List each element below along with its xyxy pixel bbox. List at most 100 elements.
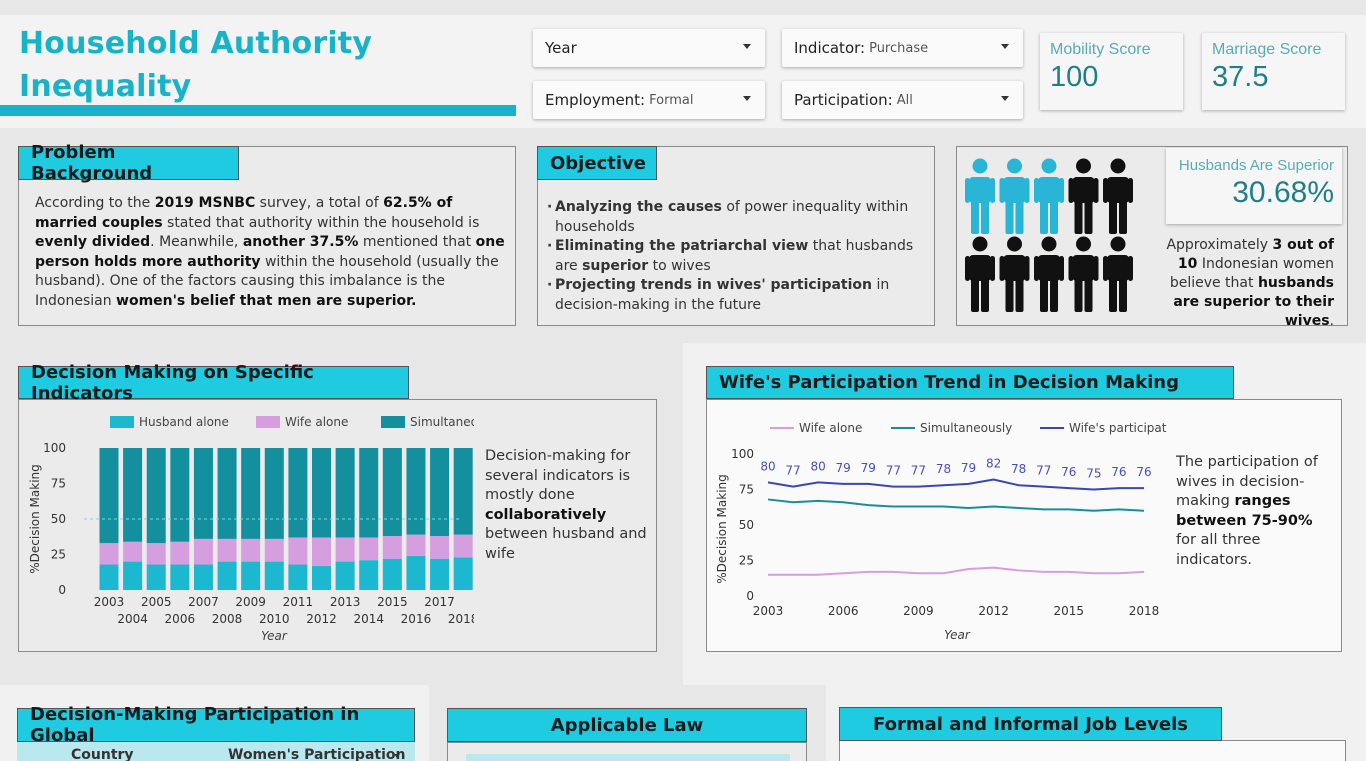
bar-segment <box>359 448 379 538</box>
law-header: Applicable Law <box>447 708 807 742</box>
y-tick-label: 25 <box>739 554 754 568</box>
data-label: 79 <box>961 461 976 475</box>
chevron-down-icon <box>1001 96 1009 101</box>
bar-segment <box>170 448 190 542</box>
x-tick-label: 2003 <box>753 604 784 618</box>
decision-note: Decision-making for several indicators i… <box>485 448 647 562</box>
chevron-down-icon <box>1001 44 1009 49</box>
bar-segment <box>430 558 450 590</box>
x-tick-label: 2009 <box>235 595 266 609</box>
x-tick-label: 2016 <box>401 612 432 626</box>
x-tick-label: 2014 <box>353 612 384 626</box>
person-arm <box>1093 256 1099 281</box>
person-arm <box>1068 178 1074 203</box>
legend-label: Wife alone <box>285 415 348 429</box>
x-tick-label: 2004 <box>117 612 148 626</box>
person-icon <box>999 158 1030 234</box>
person-head <box>1041 158 1057 174</box>
person-icon <box>999 236 1030 312</box>
x-tick-label: 2010 <box>259 612 290 626</box>
data-label: 78 <box>936 462 951 476</box>
x-tick-label: 2008 <box>212 612 243 626</box>
person-arm <box>965 178 970 203</box>
person-head <box>1007 236 1022 252</box>
legend-swatch <box>110 416 134 428</box>
bar-segment <box>288 448 308 538</box>
bar-segment <box>453 534 473 558</box>
data-label: 76 <box>1136 465 1151 479</box>
person-arm <box>1128 178 1133 203</box>
chevron-down-icon <box>743 44 751 49</box>
marriage-score-value: 37.5 <box>1212 61 1269 93</box>
person-icon <box>1103 236 1133 312</box>
person-arm <box>965 256 970 281</box>
y-tick-label: 25 <box>51 548 66 562</box>
bar-segment <box>241 538 261 562</box>
person-arm <box>999 256 1005 281</box>
employment-dropdown[interactable]: Employment: Formal <box>533 81 765 119</box>
person-leg <box>1040 200 1048 234</box>
year-dropdown[interactable]: Year <box>533 29 765 67</box>
person-leg <box>971 278 979 312</box>
indicator-value: Purchase <box>869 40 929 56</box>
person-torso <box>969 255 991 281</box>
legend-label: Simultaneously <box>410 415 474 429</box>
bar-segment <box>430 536 450 559</box>
trend-note: The participation of wives in decision-m… <box>1176 454 1318 568</box>
person-leg <box>1084 278 1093 312</box>
person-arm <box>1034 178 1039 203</box>
person-icon <box>965 236 995 312</box>
x-tick-label: 2018 <box>448 612 474 626</box>
person-head <box>972 158 988 174</box>
person-icon <box>1103 158 1133 234</box>
x-tick-label: 2011 <box>283 595 314 609</box>
person-icon <box>1068 236 1099 312</box>
indicator-dropdown[interactable]: Indicator: Purchase <box>782 29 1023 67</box>
person-icon <box>965 158 995 234</box>
sort-icon[interactable] <box>394 754 400 758</box>
legend-label: Wife alone <box>799 421 862 435</box>
bar-segment <box>382 536 402 559</box>
x-tick-label: 2006 <box>828 604 859 618</box>
y-tick-label: 100 <box>43 441 66 455</box>
list-item: Eliminating the patriarchal view that hu… <box>547 237 927 276</box>
person-arm <box>1024 178 1030 203</box>
bar-segment <box>288 564 308 590</box>
person-arm <box>1128 256 1133 281</box>
x-tick-label: 2003 <box>94 595 125 609</box>
x-tick-label: 2015 <box>377 595 408 609</box>
participation-dropdown[interactable]: Participation: All <box>782 81 1023 119</box>
law-highlight-strip <box>466 754 790 761</box>
x-axis-label: Year <box>261 629 288 643</box>
data-label: 80 <box>760 459 775 473</box>
data-label: 75 <box>1086 467 1101 481</box>
bar-segment <box>193 564 213 590</box>
marriage-score-label: Marriage Score <box>1212 41 1322 58</box>
mobility-score-value: 100 <box>1050 61 1099 93</box>
bar-segment <box>359 560 379 590</box>
bar-segment <box>335 561 355 590</box>
data-label: 78 <box>1011 462 1026 476</box>
bar-segment <box>312 448 332 538</box>
legend-swatch <box>381 416 405 428</box>
column-header-women-participation[interactable]: Women's Participation <box>228 747 405 761</box>
data-label: 79 <box>861 461 876 475</box>
x-tick-label: 2015 <box>1054 604 1085 618</box>
husbands-superior-text: Approximately 3 out of 10 Indonesian wom… <box>1166 237 1334 329</box>
y-axis-label: %Decision Making <box>28 464 42 574</box>
jobs-header: Formal and Informal Job Levels <box>839 707 1222 741</box>
column-header-country[interactable]: Country <box>71 747 134 761</box>
problem-background-header: Problem Background <box>18 142 239 184</box>
trend-line-chart: Wife alone Simultaneously Wife's participa… <box>715 421 1167 642</box>
y-tick-label: 50 <box>51 512 66 526</box>
x-tick-label: 2018 <box>1129 604 1160 618</box>
y-tick-label: 75 <box>739 483 754 497</box>
series-line <box>767 498 1145 512</box>
x-tick-label: 2005 <box>141 595 172 609</box>
person-leg <box>1040 278 1048 312</box>
person-icon <box>1034 158 1064 234</box>
husbands-superior-card: Husbands Are Superior 30.68% <box>1166 148 1342 224</box>
bar-segment <box>288 537 308 565</box>
y-axis-label: %Decision Making <box>715 474 729 584</box>
y-tick-label: 0 <box>746 589 754 603</box>
